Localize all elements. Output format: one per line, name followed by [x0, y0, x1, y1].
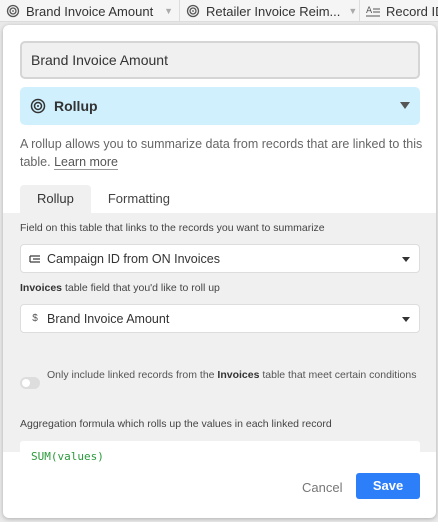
field-type-description: A rollup allows you to summarize data fr…: [20, 137, 423, 170]
field-name-input[interactable]: Brand Invoice Amount: [20, 41, 420, 79]
rollup-field-value: Brand Invoice Amount: [47, 311, 170, 326]
field-type-label: Rollup: [54, 98, 98, 114]
chevron-down-icon: [400, 102, 410, 109]
field-type-select[interactable]: Rollup: [20, 87, 420, 125]
column-header-label: Record ID: [386, 3, 438, 19]
aggregation-label: Aggregation formula which rolls up the v…: [20, 418, 332, 430]
chevron-down-icon[interactable]: ▼: [340, 6, 357, 16]
tab-rollup[interactable]: Rollup: [20, 185, 91, 213]
cancel-button[interactable]: Cancel: [302, 480, 342, 495]
link-field-value: Campaign ID from ON Invoices: [47, 251, 220, 266]
rollup-field-select[interactable]: $ Brand Invoice Amount: [20, 304, 420, 333]
column-header-brand-invoice-amount[interactable]: Brand Invoice Amount ▼: [0, 0, 180, 22]
column-header-strip: Brand Invoice Amount ▼ Retailer Invoice …: [0, 0, 438, 22]
chevron-down-icon: [402, 317, 410, 322]
link-field-label: Field on this table that links to the re…: [20, 222, 325, 234]
svg-text:A: A: [366, 6, 373, 16]
tab-formatting[interactable]: Formatting: [91, 185, 187, 213]
chevron-down-icon[interactable]: ▼: [156, 6, 173, 16]
rollup-options-panel: Field on this table that links to the re…: [3, 213, 436, 472]
learn-more-link[interactable]: Learn more: [54, 155, 119, 170]
config-tabs: Rollup Formatting: [20, 185, 187, 213]
column-header-label: Retailer Invoice Reim...: [206, 3, 341, 19]
rollup-icon: [30, 98, 46, 114]
aggregation-formula-input[interactable]: SUM(values): [20, 441, 420, 472]
column-header-retailer-invoice[interactable]: Retailer Invoice Reim... ▼: [180, 0, 360, 22]
chevron-down-icon: [402, 257, 410, 262]
rollup-field-label: Invoices table field that you'd like to …: [20, 282, 220, 294]
filter-linked-records-toggle[interactable]: [20, 377, 40, 389]
linked-record-icon: [29, 253, 41, 265]
column-header-record-id[interactable]: A Record ID: [360, 0, 438, 22]
rollup-icon: [186, 4, 200, 18]
currency-icon: $: [32, 313, 38, 324]
save-button[interactable]: Save: [356, 473, 420, 499]
text-field-icon: A: [366, 4, 380, 18]
link-field-select[interactable]: Campaign ID from ON Invoices: [20, 244, 420, 273]
filter-linked-records-label: Only include linked records from the Inv…: [47, 369, 417, 381]
rollup-icon: [6, 4, 20, 18]
column-header-label: Brand Invoice Amount: [26, 3, 154, 19]
field-config-dialog: Brand Invoice Amount Rollup A rollup all…: [3, 25, 436, 518]
